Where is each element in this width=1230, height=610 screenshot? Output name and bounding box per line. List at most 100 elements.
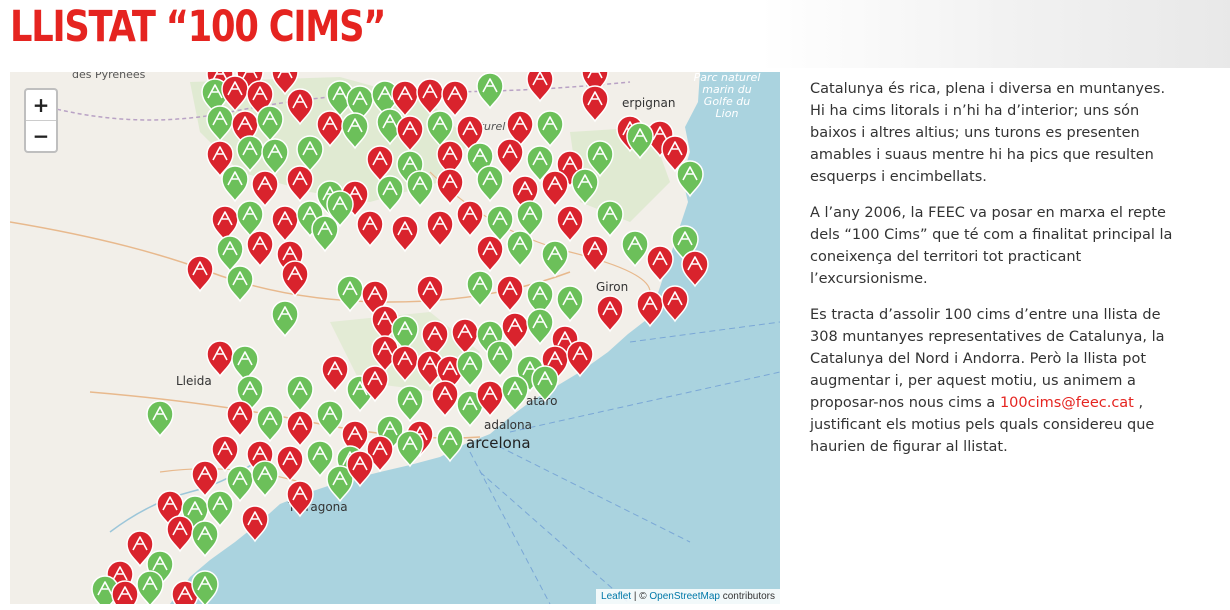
peak-marker-green[interactable]	[146, 400, 174, 438]
peak-marker-red[interactable]	[456, 200, 484, 238]
peak-marker-red[interactable]	[541, 170, 569, 208]
peak-marker-red[interactable]	[286, 410, 314, 448]
peak-marker-red[interactable]	[166, 515, 194, 553]
peak-marker-red[interactable]	[111, 580, 139, 604]
peak-marker-green[interactable]	[256, 405, 284, 443]
peak-marker-red[interactable]	[206, 340, 234, 378]
peak-marker-red[interactable]	[441, 80, 469, 118]
peak-marker-red[interactable]	[416, 78, 444, 116]
peak-marker-red[interactable]	[581, 85, 609, 123]
peak-marker-red[interactable]	[681, 250, 709, 288]
peak-marker-green[interactable]	[316, 400, 344, 438]
peak-marker-green[interactable]	[676, 160, 704, 198]
peak-marker-red[interactable]	[596, 295, 624, 333]
peak-marker-red[interactable]	[661, 285, 689, 323]
marker-pin-shape	[526, 72, 554, 103]
peak-marker-green[interactable]	[271, 300, 299, 338]
peak-marker-green[interactable]	[501, 375, 529, 413]
peak-marker-red[interactable]	[391, 215, 419, 253]
peak-marker-red[interactable]	[191, 460, 219, 498]
peak-marker-red[interactable]	[646, 245, 674, 283]
peak-marker-green[interactable]	[486, 340, 514, 378]
peak-marker-green[interactable]	[626, 122, 654, 160]
peak-marker-red[interactable]	[286, 88, 314, 126]
peak-marker-red[interactable]	[281, 260, 309, 298]
peak-marker-red[interactable]	[356, 210, 384, 248]
peak-marker-green[interactable]	[286, 375, 314, 413]
peak-marker-red[interactable]	[321, 355, 349, 393]
peak-marker-red[interactable]	[556, 205, 584, 243]
peak-marker-red[interactable]	[526, 72, 554, 103]
zoom-in-button[interactable]: +	[26, 90, 56, 121]
peak-marker-red[interactable]	[496, 275, 524, 313]
peak-marker-green[interactable]	[341, 112, 369, 150]
peak-marker-red[interactable]	[391, 345, 419, 383]
peak-marker-red[interactable]	[416, 275, 444, 313]
peak-marker-red[interactable]	[186, 255, 214, 293]
peak-marker-green[interactable]	[396, 385, 424, 423]
map[interactable]: des Pyrénées Parc naturel marin du Golfe…	[10, 72, 780, 604]
peak-marker-red[interactable]	[436, 168, 464, 206]
peak-marker-green[interactable]	[261, 138, 289, 176]
peak-marker-green[interactable]	[396, 430, 424, 468]
peak-marker-red[interactable]	[496, 138, 524, 176]
peak-marker-green[interactable]	[231, 345, 259, 383]
peak-marker-green[interactable]	[191, 520, 219, 558]
peak-marker-green[interactable]	[466, 270, 494, 308]
marker-pin-shape	[136, 570, 164, 604]
peak-marker-green[interactable]	[336, 275, 364, 313]
peak-marker-green[interactable]	[506, 230, 534, 268]
peak-marker-green[interactable]	[136, 570, 164, 604]
peak-marker-red[interactable]	[426, 210, 454, 248]
peak-marker-green[interactable]	[206, 105, 234, 143]
peak-marker-red[interactable]	[221, 75, 249, 113]
peak-marker-green[interactable]	[251, 460, 279, 498]
peak-marker-green[interactable]	[541, 240, 569, 278]
peak-marker-green[interactable]	[476, 165, 504, 203]
email-link[interactable]: 100cims@feec.cat	[1000, 395, 1134, 411]
map-attribution: Leaflet | © OpenStreetMap contributors	[596, 589, 780, 604]
peak-marker-green[interactable]	[556, 285, 584, 323]
peak-marker-green[interactable]	[456, 350, 484, 388]
peak-marker-red[interactable]	[476, 235, 504, 273]
peak-marker-red[interactable]	[396, 115, 424, 153]
peak-marker-green[interactable]	[531, 365, 559, 403]
leaflet-link[interactable]: Leaflet	[601, 591, 631, 602]
peak-marker-red[interactable]	[246, 230, 274, 268]
peak-marker-green[interactable]	[571, 168, 599, 206]
peak-marker-green[interactable]	[526, 308, 554, 346]
peak-marker-green[interactable]	[226, 265, 254, 303]
peak-marker-red[interactable]	[211, 205, 239, 243]
marker-layer[interactable]	[10, 72, 780, 604]
peak-marker-green[interactable]	[206, 490, 234, 528]
peak-marker-red[interactable]	[581, 235, 609, 273]
peak-marker-red[interactable]	[421, 320, 449, 358]
peak-marker-green[interactable]	[221, 165, 249, 203]
peak-marker-red[interactable]	[431, 380, 459, 418]
peak-marker-green[interactable]	[256, 105, 284, 143]
peak-marker-green[interactable]	[596, 200, 624, 238]
peak-marker-green[interactable]	[376, 175, 404, 213]
peak-marker-red[interactable]	[286, 480, 314, 518]
peak-marker-green[interactable]	[406, 170, 434, 208]
peak-marker-red[interactable]	[241, 505, 269, 543]
peak-marker-red[interactable]	[636, 290, 664, 328]
peak-marker-red[interactable]	[251, 170, 279, 208]
peak-marker-red[interactable]	[566, 340, 594, 378]
description: Catalunya és rica, plena i diversa en mu…	[810, 78, 1182, 472]
peak-marker-green[interactable]	[236, 135, 264, 173]
paragraph-3: Es tracta d’assolir 100 cims d’entre una…	[810, 304, 1182, 458]
peak-marker-green[interactable]	[476, 72, 504, 110]
peak-marker-green[interactable]	[536, 110, 564, 148]
peak-marker-red[interactable]	[271, 205, 299, 243]
peak-marker-red[interactable]	[451, 318, 479, 356]
zoom-control: + −	[24, 88, 58, 153]
peak-marker-green[interactable]	[621, 230, 649, 268]
peak-marker-green[interactable]	[311, 215, 339, 253]
peak-marker-green[interactable]	[436, 425, 464, 463]
peak-marker-red[interactable]	[226, 400, 254, 438]
peak-marker-red[interactable]	[286, 165, 314, 203]
osm-link[interactable]: OpenStreetMap	[649, 591, 720, 602]
zoom-out-button[interactable]: −	[26, 121, 56, 151]
peak-marker-red[interactable]	[276, 445, 304, 483]
